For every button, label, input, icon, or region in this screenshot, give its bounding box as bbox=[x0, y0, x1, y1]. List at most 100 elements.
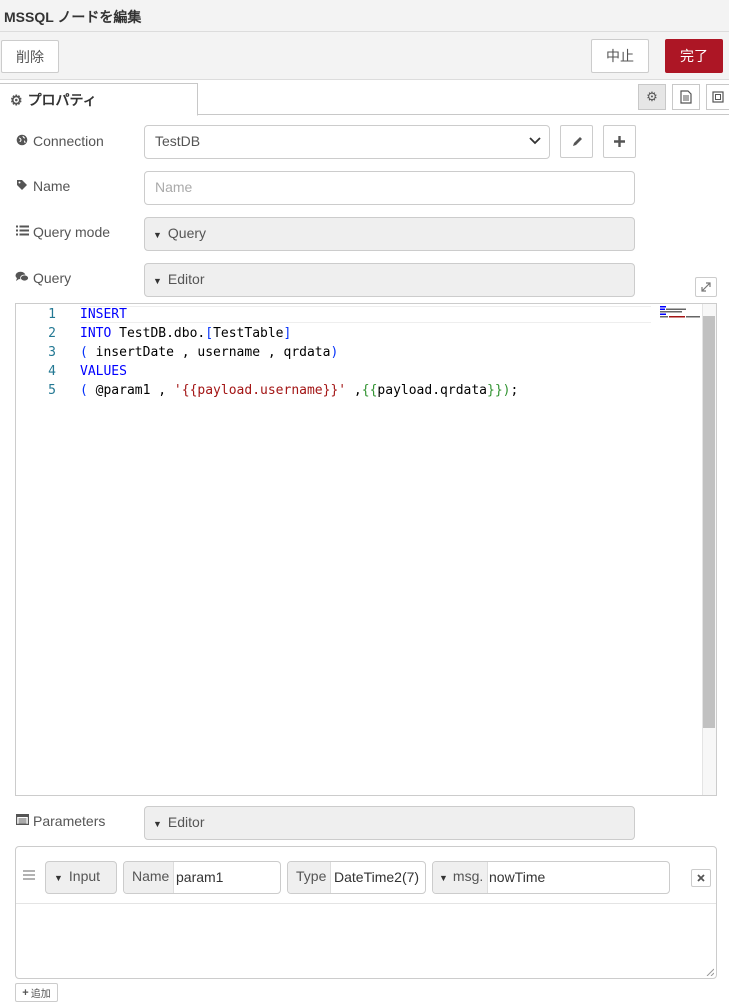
query-label-text: Query bbox=[33, 270, 72, 286]
param-direction-dropdown[interactable]: ▼ Input bbox=[45, 861, 117, 894]
caret-down-icon: ▼ bbox=[153, 230, 162, 240]
close-icon bbox=[697, 874, 705, 882]
name-input[interactable]: Name bbox=[144, 171, 635, 205]
code-token: TestDB.dbo. bbox=[111, 326, 206, 341]
param-name-value: param1 bbox=[176, 869, 224, 885]
editor-gutter: 1 2 3 4 5 bbox=[16, 304, 68, 795]
connection-label: Connection bbox=[15, 133, 104, 149]
expand-editor-button[interactable] bbox=[695, 277, 717, 297]
globe-icon bbox=[15, 134, 29, 149]
code-line: ( insertDate , username , qrdata) bbox=[80, 345, 338, 360]
name-label: Name bbox=[15, 178, 70, 194]
param-direction-value: Input bbox=[68, 868, 101, 884]
tab-properties-label: プロパティ bbox=[27, 92, 97, 108]
caret-down-icon: ▼ bbox=[153, 276, 162, 286]
node-settings-icon[interactable]: ⚙ bbox=[638, 84, 666, 110]
code-token: '{{payload.username}}' bbox=[173, 383, 347, 398]
code-token: }}) bbox=[487, 383, 511, 398]
param-type-field[interactable]: Type DateTime2(7) bbox=[287, 861, 426, 894]
param-value-type: msg. bbox=[452, 868, 484, 884]
plus-icon: + bbox=[22, 986, 29, 999]
parameters-source-value: Editor bbox=[167, 814, 205, 830]
line-number: 2 bbox=[48, 326, 56, 341]
editor-scroll-thumb[interactable] bbox=[703, 316, 715, 728]
query-source-value: Editor bbox=[167, 271, 205, 287]
code-token: VALUES bbox=[80, 364, 127, 379]
code-token: INTO bbox=[80, 326, 112, 341]
query-label: Query bbox=[15, 270, 71, 286]
code-token: ( bbox=[80, 383, 88, 398]
param-name-prefix: Name bbox=[124, 862, 175, 893]
code-token: @param1 , bbox=[87, 383, 174, 398]
line-number: 3 bbox=[48, 345, 56, 360]
code-token: TestTable bbox=[213, 326, 284, 341]
delete-button[interactable]: 削除 bbox=[1, 40, 59, 73]
line-number: 4 bbox=[48, 364, 56, 379]
remove-param-button[interactable] bbox=[691, 869, 711, 887]
caret-down-icon: ▼ bbox=[54, 873, 63, 883]
param-type-value: DateTime2(7) bbox=[334, 869, 420, 885]
parameters-list: ▼ Input Name param1 Type DateTime2(7) ▼ ms… bbox=[15, 846, 717, 979]
param-name-field[interactable]: Name param1 bbox=[123, 861, 281, 894]
tag-icon bbox=[15, 179, 29, 194]
code-token: ; bbox=[510, 383, 519, 398]
connection-value: TestDB bbox=[155, 133, 201, 149]
param-type-prefix: Type bbox=[288, 862, 332, 893]
param-value-field[interactable]: ▼ msg. nowTime bbox=[432, 861, 670, 894]
code-token: payload.qrdata bbox=[377, 383, 487, 398]
edit-connection-button[interactable] bbox=[560, 125, 593, 158]
add-connection-button[interactable] bbox=[603, 125, 636, 158]
code-line: INSERT bbox=[80, 306, 651, 323]
code-token: {{ bbox=[361, 383, 378, 398]
chevron-down-icon bbox=[529, 136, 541, 148]
description-icon[interactable] bbox=[672, 84, 700, 110]
code-token: insertDate , username , qrdata bbox=[87, 345, 331, 360]
dialog-title: MSSQL ノードを編集 bbox=[4, 9, 142, 25]
query-mode-label: Query mode bbox=[15, 224, 110, 240]
code-token: , bbox=[346, 383, 362, 398]
code-line: INTO TestDB.dbo.[TestTable] bbox=[80, 326, 291, 341]
dialog-titlebar: MSSQL ノードを編集 bbox=[0, 0, 729, 32]
tab-bar: ⚙ プロパティ ⚙ bbox=[0, 80, 729, 116]
query-source-dropdown[interactable]: ▼ Editor bbox=[144, 263, 635, 297]
list-item: ▼ Input Name param1 Type DateTime2(7) ▼ ms… bbox=[16, 847, 716, 904]
query-mode-label-text: Query mode bbox=[33, 224, 111, 240]
resize-handle-icon[interactable] bbox=[706, 968, 714, 976]
editor-minimap bbox=[660, 306, 700, 318]
code-token: ) bbox=[330, 345, 339, 360]
gear-icon: ⚙ bbox=[10, 92, 23, 108]
query-code-editor[interactable]: 1 2 3 4 5 INSERT INTO TestDB.dbo.[TestTab… bbox=[15, 303, 717, 796]
caret-down-icon: ▼ bbox=[153, 819, 162, 829]
add-param-button[interactable]: + 追加 bbox=[15, 983, 58, 1002]
tab-properties[interactable]: ⚙ プロパティ bbox=[0, 83, 198, 116]
code-line: ( @param1 , '{{payload.username}}' ,{{pa… bbox=[80, 383, 518, 398]
plus-icon bbox=[614, 136, 625, 147]
cancel-button[interactable]: 中止 bbox=[591, 39, 649, 73]
code-token: INSERT bbox=[80, 307, 127, 322]
list-icon bbox=[15, 225, 29, 239]
done-button[interactable]: 完了 bbox=[665, 39, 723, 73]
parameters-label-text: Parameters bbox=[33, 813, 106, 829]
code-token: ( bbox=[80, 345, 88, 360]
parameters-label: Parameters bbox=[15, 813, 105, 829]
appearance-icon[interactable] bbox=[706, 84, 729, 110]
line-number: 5 bbox=[48, 383, 56, 398]
param-value-input[interactable]: nowTime bbox=[489, 869, 545, 885]
query-mode-dropdown[interactable]: ▼ Query bbox=[144, 217, 635, 251]
param-value-type-dropdown[interactable]: ▼ msg. bbox=[433, 862, 489, 893]
drag-handle-icon[interactable] bbox=[23, 870, 35, 881]
code-token: [ bbox=[205, 326, 214, 341]
caret-down-icon: ▼ bbox=[439, 873, 448, 883]
parameters-source-dropdown[interactable]: ▼ Editor bbox=[144, 806, 635, 840]
table-icon bbox=[15, 814, 29, 828]
connection-select[interactable]: TestDB bbox=[144, 125, 550, 159]
comments-icon bbox=[15, 271, 29, 286]
connection-label-text: Connection bbox=[33, 133, 104, 149]
line-number: 1 bbox=[48, 307, 56, 322]
name-input-placeholder: Name bbox=[155, 179, 193, 195]
query-mode-value: Query bbox=[167, 225, 207, 241]
dialog-toolbar: 削除 中止 完了 bbox=[0, 32, 729, 80]
code-line: VALUES bbox=[80, 364, 127, 379]
name-label-text: Name bbox=[33, 178, 71, 194]
editor-scrollbar[interactable] bbox=[702, 304, 716, 795]
